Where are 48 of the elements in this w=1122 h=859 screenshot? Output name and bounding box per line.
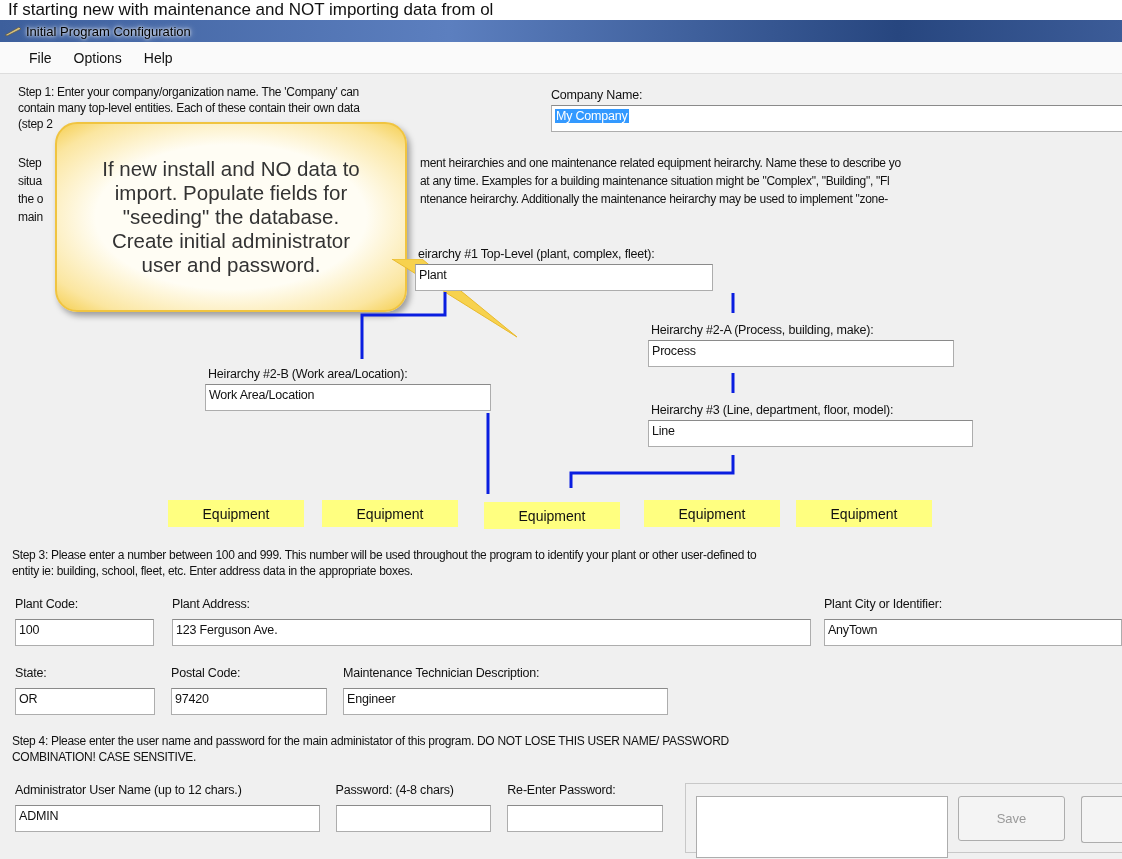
input-field[interactable]: ADMIN [15,805,320,832]
button[interactable] [1081,796,1122,843]
equipment-label: Equipment [484,502,620,529]
input-field[interactable]: 97420 [171,688,327,715]
equipment-label: Equipment [322,500,458,527]
step-text: ment heirarchies and one maintenance related equipment heirarchy. Name these to describe yo at any time. Examples for a building maintenance situation might be "Complex", "Building", "Fl ntenance heirarchy. Additionally the maintenance heirarchy may be used to implement "zone- [420,155,902,208]
text-area[interactable] [696,796,948,858]
window-title: Initial Program Configuration [26,23,191,39]
step-text: Step 1: Enter your company/organization name. The 'Company' can contain many top-level entities. Each of these contain their own data (step 2 [18,84,361,133]
field-label: Heirarchy #2-B (Work area/Location): [207,367,409,381]
field-label: Administrator User Name (up to 12 chars.) [15,783,243,797]
step-text: Step situa the o main [18,155,44,226]
field-label: Plant Code: [15,597,80,611]
input-field[interactable] [335,805,492,832]
field-label: eirarchy #1 Top-Level (plant, complex, fleet): [417,247,656,261]
menu-item[interactable]: Help [132,49,184,66]
field-label: Re-Enter Password: [507,783,617,797]
callout-text: If new install and NO data to import. Populate fields for "seeding" the database. Create initial administrator user and password. [101,157,361,277]
input-field[interactable]: 123 Ferguson Ave. [172,619,811,646]
menu-item[interactable]: Options [62,49,133,66]
field-label: Plant City or Identifier: [823,597,943,611]
hierarchy-field[interactable]: Process [648,340,954,367]
input-field[interactable]: OR [15,688,155,715]
hierarchy-field[interactable]: Work Area/Location [205,384,491,411]
menu-item[interactable]: File [18,49,63,66]
field-label: Postal Code: [171,666,242,680]
input-field[interactable]: AnyTown [823,619,1122,646]
field-label: State: [15,666,48,680]
field-label: Password: (4-8 chars) [335,783,455,797]
hierarchy-field[interactable]: Plant [415,264,713,291]
field-label: Heirarchy #3 (Line, department, floor, model): [650,403,895,417]
hierarchy-field[interactable]: Line [648,420,973,447]
equipment-label: Equipment [796,500,932,527]
equipment-label: Equipment [644,500,780,527]
step-text: Step 4: Please enter the user name and password for the main administator of this program. DO NOT LOSE THIS USER NAME/ PASSWORD COMBINATION! CASE SENSITIVE. [12,733,730,765]
step-text: Step 3: Please enter a number between 100 and 999. This number will be used throughout the program to identify your plant or other user-defined to entity ie: building, school, fleet, etc. Enter address data in the appropriate boxes. [12,547,758,579]
connector-line [731,373,735,393]
input-field[interactable]: 100 [15,619,155,646]
field-label: Maintenance Technician Description: [343,666,541,680]
field-label: Plant Address: [172,597,251,611]
field-label: Company Name: [551,88,644,102]
input-field[interactable] [507,805,663,832]
field-label: Heirarchy #2-A (Process, building, make): [650,323,875,337]
caption-text: If starting new with maintenance and NOT importing data from ol [0,0,1122,20]
connector-line [731,293,735,313]
equipment-label: Equipment [168,500,304,527]
pencil-icon [4,25,22,37]
input-field[interactable]: Engineer [343,688,668,715]
